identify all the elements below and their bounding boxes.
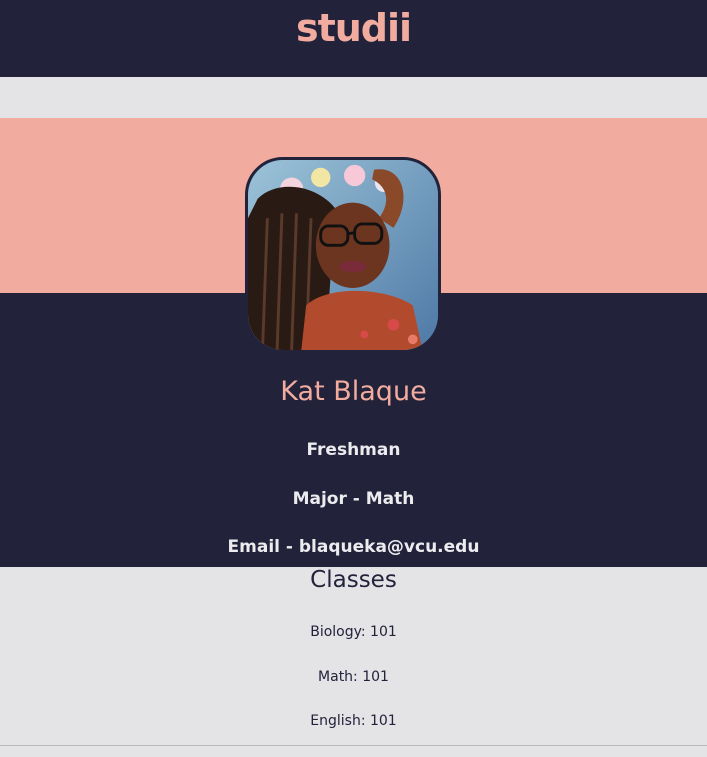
class-item: Math: 101: [318, 669, 389, 685]
header: studii: [0, 0, 707, 77]
classes-title: Classes: [310, 567, 397, 593]
profile-email: Email - blaqueka@vcu.edu: [227, 537, 480, 557]
avatar: [245, 157, 441, 353]
class-item: English: 101: [310, 713, 397, 729]
profile-name: Kat Blaque: [280, 376, 427, 407]
divider: [0, 745, 707, 746]
avatar-image: [248, 160, 438, 350]
logo[interactable]: studii: [0, 6, 707, 50]
header-gap: [0, 77, 707, 118]
class-item: Biology: 101: [310, 624, 397, 640]
profile-year: Freshman: [306, 440, 401, 460]
profile-major: Major - Math: [292, 489, 415, 509]
